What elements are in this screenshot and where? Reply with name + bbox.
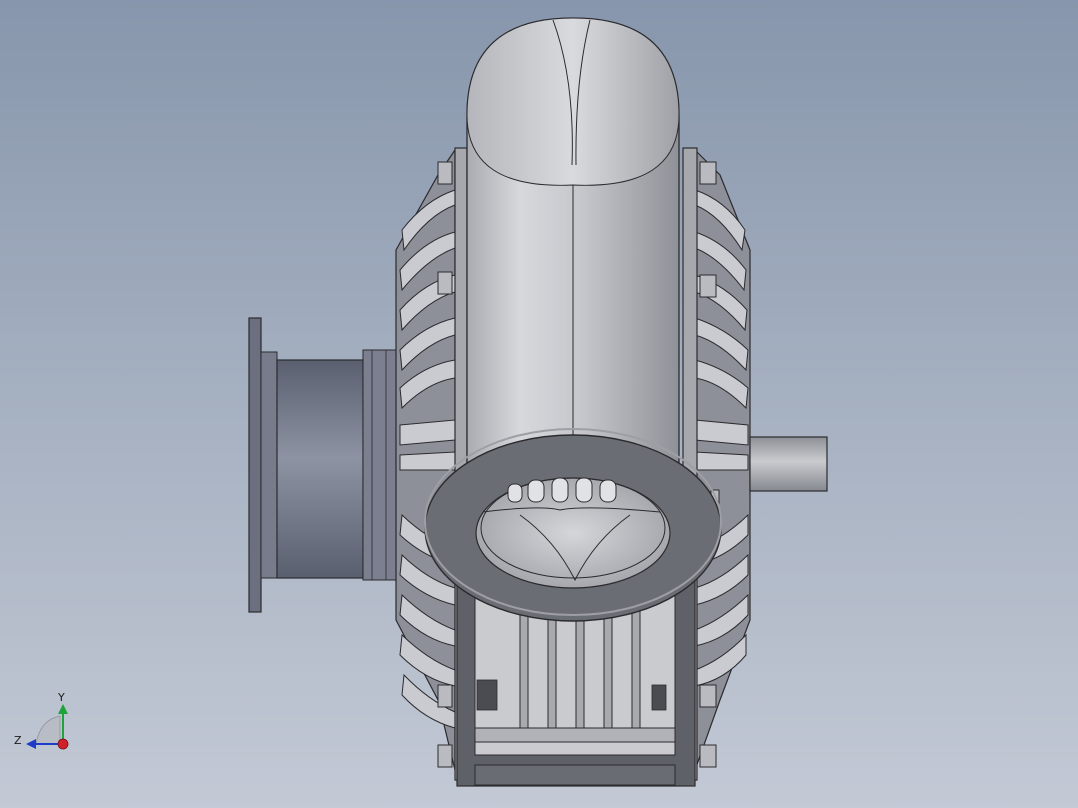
pump-model-drawing: Y Z [14, 17, 828, 787]
inlet-spool [248, 317, 398, 613]
y-axis-arrow [58, 704, 68, 714]
right-casing-fins [694, 148, 751, 771]
z-axis-arrow [26, 739, 36, 749]
z-axis-label: Z [14, 734, 22, 747]
cad-viewport[interactable]: Y Z [0, 0, 1078, 808]
x-axis-dot [57, 738, 69, 750]
coordinate-triad: Y Z [14, 691, 69, 750]
y-axis-label: Y [57, 691, 65, 704]
left-casing-fins [395, 148, 456, 771]
discharge-pipe [466, 17, 680, 501]
drive-shaft [749, 436, 828, 492]
